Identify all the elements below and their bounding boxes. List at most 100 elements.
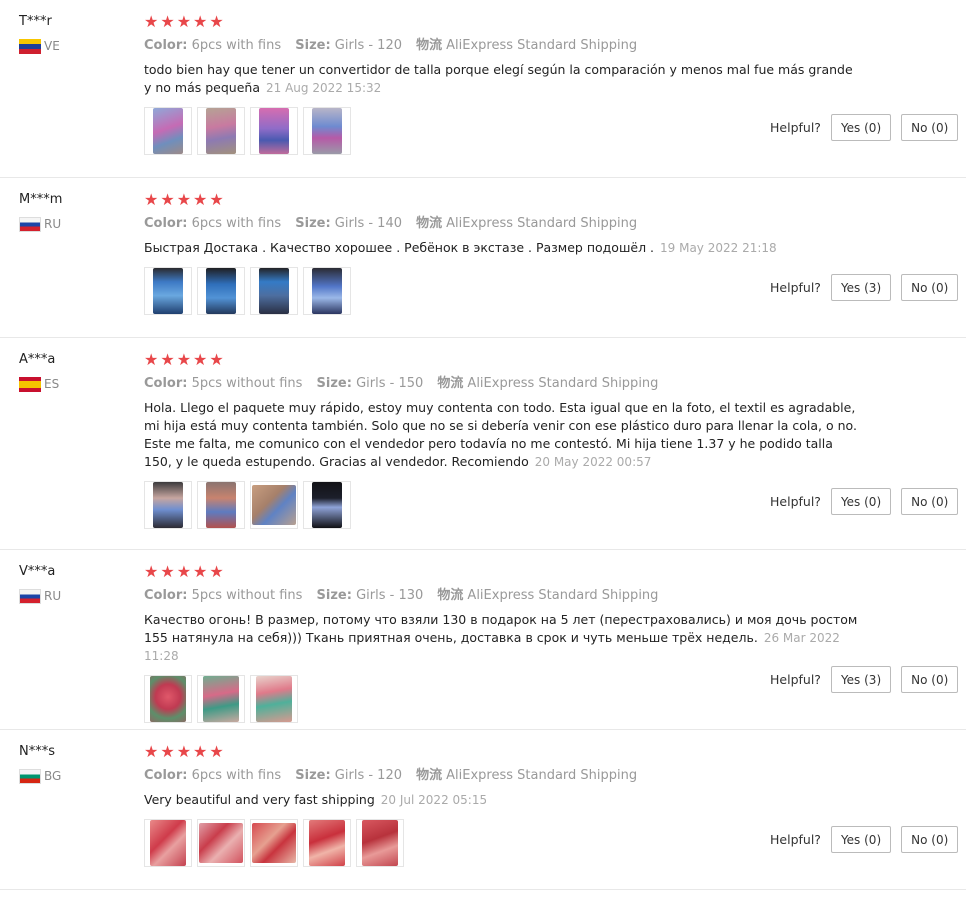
review-photo[interactable] — [250, 819, 298, 867]
review-photos — [144, 819, 864, 867]
review-content: ★★★★★ Color: 5pcs without fins Size: Gir… — [144, 350, 864, 529]
review-item: M***m RU ★★★★★ Color: 6pcs with fins Siz… — [0, 178, 966, 338]
size-label: Size: — [316, 588, 352, 603]
review-content: ★★★★★ Color: 6pcs with fins Size: Girls … — [144, 742, 864, 867]
review-body: Быстрая Достака . Качество хорошее . Реб… — [144, 240, 655, 255]
helpful-yes-button[interactable]: Yes (0) — [830, 826, 892, 853]
review-photos — [144, 267, 864, 315]
flag-ve-icon — [19, 38, 41, 54]
review-photo[interactable] — [197, 481, 245, 529]
review-text: Быстрая Достака . Качество хорошее . Реб… — [144, 239, 864, 257]
helpful-label: Helpful? — [770, 672, 821, 687]
star-rating: ★★★★★ — [144, 190, 226, 209]
helpful-no-button[interactable]: No (0) — [901, 826, 959, 853]
review-meta: Color: 6pcs with fins Size: Girls - 140 … — [144, 215, 864, 233]
flag-bg-icon — [19, 768, 41, 784]
helpful-yes-button[interactable]: Yes (3) — [830, 666, 892, 693]
reviewer-country: ES — [19, 376, 59, 392]
review-date: 21 Aug 2022 15:32 — [266, 81, 382, 95]
color-value: 5pcs without fins — [191, 588, 303, 603]
helpful-yes-button[interactable]: Yes (0) — [830, 114, 892, 141]
review-body: Very beautiful and very fast shipping — [144, 792, 375, 807]
size-label: Size: — [295, 768, 331, 783]
review-photo[interactable] — [144, 481, 192, 529]
review-text: Very beautiful and very fast shipping 20 … — [144, 791, 864, 809]
size-label: Size: — [295, 216, 331, 231]
reviewer-name: T***r — [19, 14, 52, 29]
review-date: 20 May 2022 00:57 — [534, 455, 652, 469]
reviewer-name: N***s — [19, 744, 55, 759]
helpful-votes: Helpful? Yes (0) No (0) — [770, 114, 959, 141]
review-photo[interactable] — [250, 481, 298, 529]
review-photo[interactable] — [303, 267, 351, 315]
helpful-no-button[interactable]: No (0) — [901, 114, 959, 141]
review-photo[interactable] — [250, 675, 298, 723]
size-value: Girls - 140 — [334, 216, 402, 231]
shipping-value: AliExpress Standard Shipping — [467, 588, 659, 603]
country-code: VE — [44, 39, 60, 53]
review-photo[interactable] — [144, 267, 192, 315]
star-rating: ★★★★★ — [144, 350, 226, 369]
star-rating: ★★★★★ — [144, 12, 226, 31]
helpful-label: Helpful? — [770, 280, 821, 295]
review-photo[interactable] — [144, 675, 192, 723]
review-photo[interactable] — [303, 107, 351, 155]
review-text: todo bien hay que tener un convertidor d… — [144, 61, 864, 97]
review-photo[interactable] — [197, 819, 245, 867]
review-text: Hola. Llego el paquete muy rápido, estoy… — [144, 399, 864, 471]
review-photo[interactable] — [250, 267, 298, 315]
flag-ru-icon — [19, 216, 41, 232]
shipping-value: AliExpress Standard Shipping — [446, 768, 638, 783]
helpful-votes: Helpful? Yes (3) No (0) — [770, 274, 959, 301]
star-rating: ★★★★★ — [144, 562, 226, 581]
review-text: Качество огонь! В размер, потому что взя… — [144, 611, 864, 665]
review-photos — [144, 107, 864, 155]
color-value: 6pcs with fins — [191, 768, 282, 783]
flag-es-icon — [19, 376, 41, 392]
helpful-no-button[interactable]: No (0) — [901, 666, 959, 693]
helpful-no-button[interactable]: No (0) — [901, 488, 959, 515]
helpful-label: Helpful? — [770, 120, 821, 135]
review-photo[interactable] — [250, 107, 298, 155]
helpful-yes-button[interactable]: Yes (0) — [830, 488, 892, 515]
color-label: Color: — [144, 768, 188, 783]
review-photo[interactable] — [303, 481, 351, 529]
review-date: 19 May 2022 21:18 — [660, 241, 777, 255]
reviewer-name: A***a — [19, 352, 56, 367]
color-label: Color: — [144, 376, 188, 391]
review-content: ★★★★★ Color: 5pcs without fins Size: Gir… — [144, 562, 864, 723]
helpful-label: Helpful? — [770, 832, 821, 847]
review-meta: Color: 5pcs without fins Size: Girls - 1… — [144, 375, 864, 393]
helpful-yes-button[interactable]: Yes (3) — [830, 274, 892, 301]
review-content: ★★★★★ Color: 6pcs with fins Size: Girls … — [144, 190, 864, 315]
review-content: ★★★★★ Color: 6pcs with fins Size: Girls … — [144, 12, 864, 155]
shipping-label: 物流 — [416, 216, 443, 231]
review-photo[interactable] — [144, 819, 192, 867]
helpful-no-button[interactable]: No (0) — [901, 274, 959, 301]
review-photo[interactable] — [303, 819, 351, 867]
review-photo[interactable] — [197, 675, 245, 723]
country-code: ES — [44, 377, 60, 391]
shipping-value: AliExpress Standard Shipping — [446, 38, 638, 53]
review-photos — [144, 481, 864, 529]
review-body: Качество огонь! В размер, потому что взя… — [144, 612, 858, 645]
size-value: Girls - 120 — [334, 768, 402, 783]
color-label: Color: — [144, 216, 188, 231]
reviewer-info: V***a RU — [19, 564, 61, 604]
color-label: Color: — [144, 588, 188, 603]
size-label: Size: — [295, 38, 331, 53]
size-label: Size: — [316, 376, 352, 391]
reviewer-country: RU — [19, 216, 62, 232]
review-photo[interactable] — [197, 107, 245, 155]
review-photo[interactable] — [356, 819, 404, 867]
review-photo[interactable] — [144, 107, 192, 155]
review-photo[interactable] — [197, 267, 245, 315]
size-value: Girls - 130 — [356, 588, 424, 603]
review-item: T***r VE ★★★★★ Color: 6pcs with fins Siz… — [0, 0, 966, 178]
reviewer-info: M***m RU — [19, 192, 62, 232]
color-value: 5pcs without fins — [191, 376, 303, 391]
reviewer-name: M***m — [19, 192, 63, 207]
review-meta: Color: 6pcs with fins Size: Girls - 120 … — [144, 37, 864, 55]
size-value: Girls - 150 — [356, 376, 424, 391]
size-value: Girls - 120 — [334, 38, 402, 53]
